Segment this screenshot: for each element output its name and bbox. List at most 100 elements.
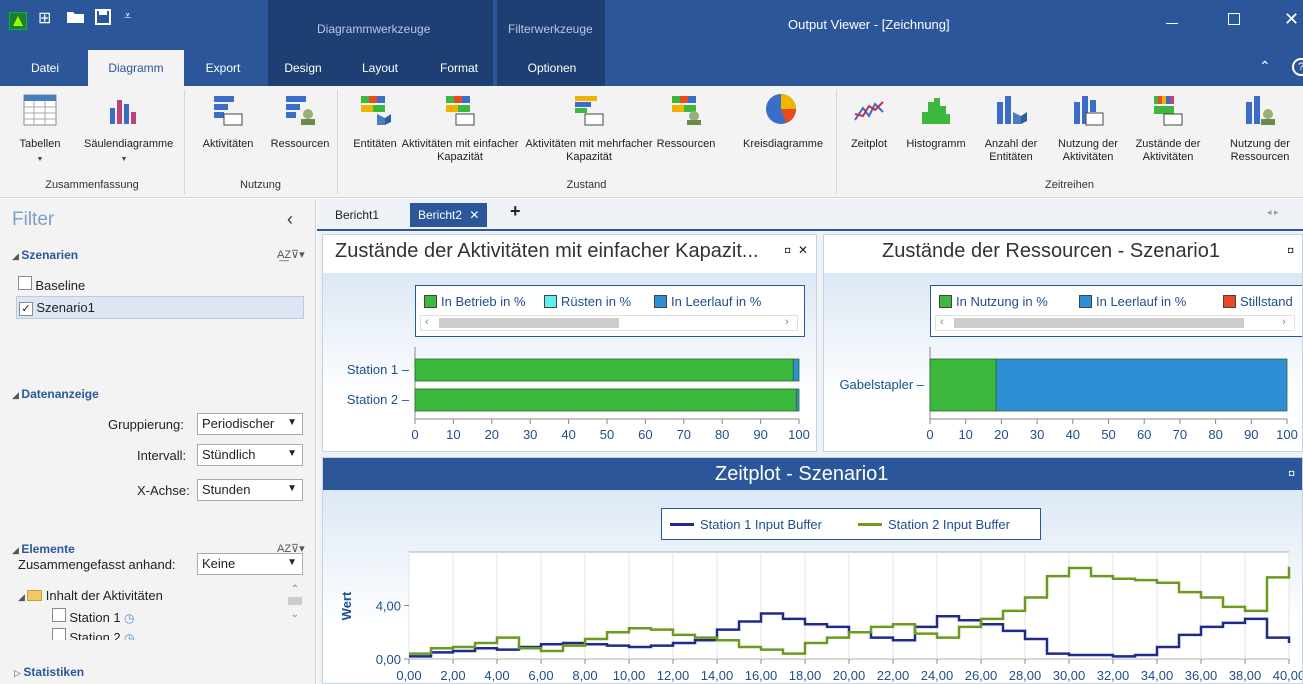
x-tick-label: 38,00 — [1229, 668, 1262, 683]
datenanzeige-label: Datenanzeige — [21, 387, 99, 401]
zustand-ressourcen-button[interactable]: Ressourcen — [657, 86, 715, 166]
nutzung-aktivitaeten-button[interactable]: Aktivitäten — [203, 86, 253, 166]
category-label: Station 1 – — [347, 362, 410, 377]
panel-float-icon[interactable]: ◘ — [1289, 468, 1294, 478]
expand-triangle-icon: ◢ — [12, 251, 22, 261]
zeitplot-button[interactable]: Zeitplot — [851, 86, 887, 166]
tab-scroll-icon[interactable]: ◂ ▸ — [1267, 207, 1279, 218]
legend-scroll-thumb[interactable] — [439, 318, 619, 328]
station1-checkbox[interactable] — [52, 608, 66, 622]
baseline-checkbox[interactable] — [18, 276, 32, 290]
elemente-label: Elemente — [21, 542, 75, 556]
x-tick-label: 8,00 — [572, 668, 597, 683]
tab-underline — [317, 229, 1303, 231]
xachse-select[interactable]: Stunden ▼ — [197, 479, 303, 501]
nutzung-ressourcen-button[interactable]: Ressourcen — [271, 86, 329, 166]
line-chart-icon — [854, 101, 884, 121]
scroll-right-icon[interactable]: › — [785, 316, 789, 328]
zusammengefasst-select[interactable]: Keine ▼ — [197, 553, 303, 575]
x-tick-label: 18,00 — [789, 668, 822, 683]
maximize-icon[interactable] — [1228, 13, 1240, 25]
legend-swatch — [1079, 295, 1092, 308]
zustaende-aktivitaeten-button[interactable]: Zustände der Aktivitäten — [1136, 86, 1200, 166]
panel-float-icon[interactable]: ◘ — [1288, 245, 1293, 255]
legend-item-leerlauf: In Leerlauf in % — [654, 294, 761, 309]
scenario-szenario1-row[interactable]: ✓ Szenario1 — [16, 296, 304, 319]
tree-scrollbar[interactable]: ⌃ ⌄ — [286, 584, 304, 640]
mehrfache-kapazitaet-button[interactable]: Aktivitäten mit mehrfacher Kapazität — [525, 86, 653, 166]
save-icon[interactable] — [95, 9, 111, 30]
tab-diagramm[interactable]: Diagramm — [88, 50, 184, 86]
saeulendiagramme-label: Säulendiagramme — [84, 138, 174, 150]
doc-tab-bericht1[interactable]: Bericht1 — [327, 203, 387, 227]
ressourcen-label: Ressourcen — [270, 138, 330, 150]
section-statistiken[interactable]: ▷ Statistiken — [14, 665, 84, 679]
legend-label: Stillstand — [1240, 294, 1293, 309]
zusammengefasst-value: Keine — [202, 556, 236, 571]
collapse-pane-icon[interactable]: ‹ — [287, 209, 293, 230]
scroll-left-icon[interactable]: ‹ — [425, 316, 429, 328]
section-datenanzeige[interactable]: ◢ Datenanzeige — [12, 387, 99, 401]
bar-segment — [414, 388, 797, 412]
section-szenarien[interactable]: ◢ Szenarien — [12, 248, 78, 262]
zeitplot-legend: Station 1 Input Buffer Station 2 Input B… — [661, 508, 1041, 540]
tree-item-station1[interactable]: Station 1 ◷ — [52, 608, 135, 625]
doc-tab-bericht2[interactable]: Bericht2 ✕ — [410, 203, 488, 227]
help-icon[interactable]: ? — [1292, 58, 1303, 76]
gruppierung-select[interactable]: Periodischer ▼ — [197, 413, 303, 435]
panel-close-icon[interactable]: ✕ — [798, 243, 808, 257]
einfache-kapazitaet-button[interactable]: Aktivitäten mit einfacher Kapazität — [402, 86, 518, 166]
tab-layout[interactable]: Layout — [355, 50, 405, 86]
legend-scrollbar[interactable]: ‹ › — [420, 315, 798, 331]
tab-export[interactable]: Export — [198, 50, 248, 86]
histogramm-button[interactable]: Histogramm — [906, 86, 966, 166]
x-tick-label: 4,00 — [484, 668, 509, 683]
y-tick-label: 4,00 — [376, 599, 401, 614]
scroll-left-icon[interactable]: ‹ — [940, 316, 944, 328]
scenario-baseline-row[interactable]: Baseline — [18, 276, 85, 296]
close-icon[interactable]: ✕ — [1284, 9, 1299, 30]
tab-optionen[interactable]: Optionen — [518, 50, 586, 86]
legend-scrollbar[interactable]: ‹ › — [935, 315, 1295, 331]
kreisdiagramme-button[interactable]: Kreisdiagramme — [743, 86, 823, 166]
legend-scroll-thumb[interactable] — [954, 318, 1244, 328]
section-elemente[interactable]: ◢ Elemente — [12, 542, 75, 556]
nutzung-aktivitaeten-zeit-button[interactable]: Nutzung der Aktivitäten — [1058, 86, 1118, 166]
x-tick-label: 30 — [1030, 427, 1044, 442]
scroll-down-icon[interactable]: ⌄ — [286, 609, 304, 620]
ressourcen-zustand-label: Ressourcen — [656, 138, 716, 150]
add-tab-icon[interactable]: + — [510, 201, 521, 222]
nutzung-ressourcen-zeit-button[interactable]: Nutzung der Ressourcen — [1230, 86, 1290, 166]
ribbon-tab-bar: Datei Diagramm Export Design Layout Form… — [0, 50, 1303, 86]
new-file-icon[interactable]: ⊞ — [38, 8, 51, 28]
x-tick-label: 10,00 — [613, 668, 646, 683]
expand-triangle-icon: ◢ — [12, 390, 22, 400]
saeulendiagramme-button[interactable]: Säulendiagramme ▼ — [84, 86, 173, 166]
open-folder-icon[interactable] — [66, 9, 86, 30]
tabellen-button[interactable]: Tabellen ▼ — [20, 86, 60, 166]
intervall-select[interactable]: Stündlich ▼ — [197, 444, 303, 466]
scroll-thumb[interactable] — [288, 597, 302, 605]
tree-folder-row[interactable]: ◢ Inhalt der Aktivitäten — [18, 588, 163, 603]
resources-state-icon — [672, 96, 701, 125]
scroll-up-icon[interactable]: ⌃ — [286, 584, 304, 595]
tab-format[interactable]: Format — [434, 50, 484, 86]
anzahl-entitaeten-button[interactable]: Anzahl der Entitäten — [985, 86, 1037, 166]
zeitplot-title: Zeitplot - Szenario1 — [715, 463, 889, 485]
scroll-right-icon[interactable]: › — [1282, 316, 1286, 328]
szenario1-checkbox[interactable]: ✓ — [19, 302, 33, 316]
panel-float-icon[interactable]: ◘ — [785, 245, 790, 255]
bericht2-label: Bericht2 — [418, 208, 463, 222]
qat-customize-icon[interactable]: ⩡ — [124, 8, 131, 24]
tree-item-station2[interactable]: Station 2 ◷ — [52, 628, 135, 640]
sort-filter-icon[interactable]: A͟Z⊽▾ — [277, 248, 305, 261]
activities-states-panel: Zustände der Aktivitäten mit einfacher K… — [322, 234, 817, 452]
minimize-icon[interactable] — [1166, 23, 1178, 24]
tab-design[interactable]: Design — [278, 50, 328, 86]
legend-swatch — [1223, 295, 1236, 308]
tab-datei[interactable]: Datei — [20, 50, 70, 86]
ribbon-collapse-icon[interactable]: ⌃ — [1259, 58, 1271, 75]
close-tab-icon[interactable]: ✕ — [469, 208, 479, 222]
station2-checkbox[interactable] — [52, 628, 66, 640]
activities-states-icon — [1154, 96, 1183, 126]
